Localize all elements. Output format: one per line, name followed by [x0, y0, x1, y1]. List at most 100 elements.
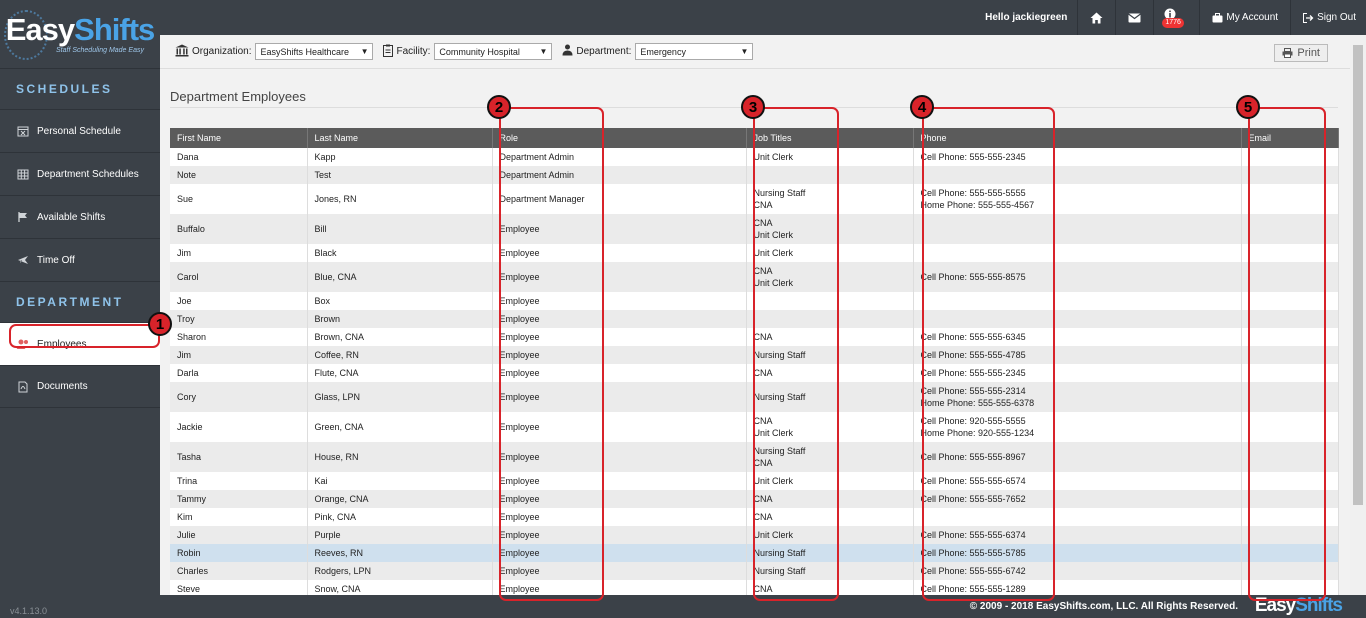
first-name-cell: Charles [170, 562, 308, 580]
facility-select[interactable]: Community Hospital ▼ [434, 43, 553, 60]
last-name-cell: Kai [307, 472, 493, 490]
logo-tagline: Staff Scheduling Made Easy [56, 46, 144, 54]
app-version: v4.1.13.0 [10, 606, 48, 616]
callout-box-employees [9, 324, 160, 348]
building-icon [175, 44, 189, 60]
first-name-cell: Robin [170, 544, 308, 562]
first-name-cell: Tasha [170, 442, 308, 472]
logo-text: EasyShifts [5, 11, 156, 47]
sidebar-section-department: DEPARTMENT [0, 281, 160, 322]
first-name-cell: Steve [170, 580, 308, 595]
first-name-cell: Jackie [170, 412, 308, 442]
sidebar-section-schedules: SCHEDULES [0, 68, 160, 109]
briefcase-icon [1212, 12, 1223, 22]
page-scrollbar[interactable] [1350, 35, 1366, 595]
caret-down-icon: ▼ [740, 47, 749, 56]
first-name-cell: Troy [170, 310, 308, 328]
facility-value: Community Hospital [439, 46, 520, 57]
caret-down-icon: ▼ [360, 47, 369, 56]
last-name-cell: Blue, CNA [307, 262, 493, 292]
last-name-cell: Kapp [307, 148, 493, 166]
filter-bar: Organization: EasyShifts Healthcare ▼ Fac… [160, 35, 1350, 69]
calendar-grid-icon [16, 167, 30, 181]
first-name-cell: Cory [170, 382, 308, 412]
last-name-cell: Reeves, RN [307, 544, 493, 562]
sidebar: EasyShifts Staff Scheduling Made Easy SC… [0, 0, 160, 618]
sidebar-item-department-schedules[interactable]: Department Schedules [0, 152, 160, 195]
sign-out-button[interactable]: Sign Out [1290, 0, 1366, 35]
sidebar-item-label: Available Shifts [37, 211, 106, 223]
last-name-cell: Flute, CNA [307, 364, 493, 382]
first-name-cell: Jim [170, 346, 308, 364]
messages-button[interactable] [1115, 0, 1153, 35]
my-account-label: My Account [1226, 12, 1279, 23]
page-title: Department Employees [170, 89, 306, 104]
callout-box-job-titles [753, 107, 839, 601]
print-button[interactable]: Print [1274, 44, 1328, 62]
my-account-button[interactable]: My Account [1199, 0, 1290, 35]
first-name-cell: Sue [170, 184, 308, 214]
user-greeting: Hello jackiegreen [985, 12, 1068, 23]
sidebar-item-documents[interactable]: Documents [0, 365, 160, 408]
callout-box-email [1248, 107, 1326, 601]
column-header-first-name[interactable]: First Name [170, 128, 308, 148]
callout-number: 1 [148, 312, 172, 336]
plane-icon [16, 253, 30, 267]
last-name-cell: Bill [307, 214, 493, 244]
first-name-cell: Jim [170, 244, 308, 262]
home-button[interactable] [1077, 0, 1115, 35]
sidebar-item-personal-schedule[interactable]: Personal Schedule [0, 109, 160, 152]
sign-out-icon [1303, 12, 1314, 23]
calendar-x-icon [16, 124, 30, 138]
sign-out-label: Sign Out [1317, 12, 1356, 23]
last-name-cell: Brown [307, 310, 493, 328]
column-header-last-name[interactable]: Last Name [307, 128, 493, 148]
copyright-text: © 2009 - 2018 EasyShifts.com, LLC. All R… [969, 601, 1238, 612]
sidebar-item-available-shifts[interactable]: Available Shifts [0, 195, 160, 238]
last-name-cell: Test [307, 166, 493, 184]
first-name-cell: Note [170, 166, 308, 184]
department-select[interactable]: Emergency ▼ [635, 43, 754, 60]
sidebar-item-label: Personal Schedule [37, 125, 121, 137]
user-tie-icon [562, 44, 573, 59]
facility-label: Facility: [396, 46, 431, 57]
last-name-cell: Snow, CNA [307, 580, 493, 595]
app-window: EasyShifts Staff Scheduling Made Easy SC… [0, 0, 1366, 618]
last-name-cell: Box [307, 292, 493, 310]
organization-value: EasyShifts Healthcare [260, 46, 350, 57]
facility-filter: Facility: Community Hospital ▼ [383, 43, 553, 60]
callout-box-role [499, 107, 604, 601]
organization-filter: Organization: EasyShifts Healthcare ▼ [175, 43, 374, 60]
last-name-cell: Glass, LPN [307, 382, 493, 412]
flag-icon [16, 210, 30, 224]
first-name-cell: Buffalo [170, 214, 308, 244]
sidebar-item-label: Time Off [37, 254, 75, 266]
last-name-cell: Pink, CNA [307, 508, 493, 526]
brand-logo[interactable]: EasyShifts Staff Scheduling Made Easy [0, 0, 160, 68]
last-name-cell: Brown, CNA [307, 328, 493, 346]
sidebar-item-label: Department Schedules [37, 168, 139, 180]
department-value: Emergency [640, 46, 686, 57]
last-name-cell: Jones, RN [307, 184, 493, 214]
department-label: Department: [576, 46, 632, 57]
first-name-cell: Carol [170, 262, 308, 292]
last-name-cell: Coffee, RN [307, 346, 493, 364]
sidebar-item-time-off[interactable]: Time Off [0, 238, 160, 281]
printer-icon [1282, 48, 1293, 58]
last-name-cell: Black [307, 244, 493, 262]
last-name-cell: House, RN [307, 442, 493, 472]
organization-label: Organization: [192, 46, 252, 57]
last-name-cell: Green, CNA [307, 412, 493, 442]
last-name-cell: Purple [307, 526, 493, 544]
last-name-cell: Rodgers, LPN [307, 562, 493, 580]
clipboard-icon [383, 44, 394, 60]
organization-select[interactable]: EasyShifts Healthcare ▼ [255, 43, 374, 60]
last-name-cell: Orange, CNA [307, 490, 493, 508]
first-name-cell: Dana [170, 148, 308, 166]
department-filter: Department: Emergency ▼ [562, 43, 754, 60]
notifications-button[interactable]: 1776 [1153, 0, 1199, 35]
scrollbar-thumb[interactable] [1353, 45, 1363, 505]
callout-box-phone [922, 107, 1055, 601]
first-name-cell: Tammy [170, 490, 308, 508]
first-name-cell: Julie [170, 526, 308, 544]
